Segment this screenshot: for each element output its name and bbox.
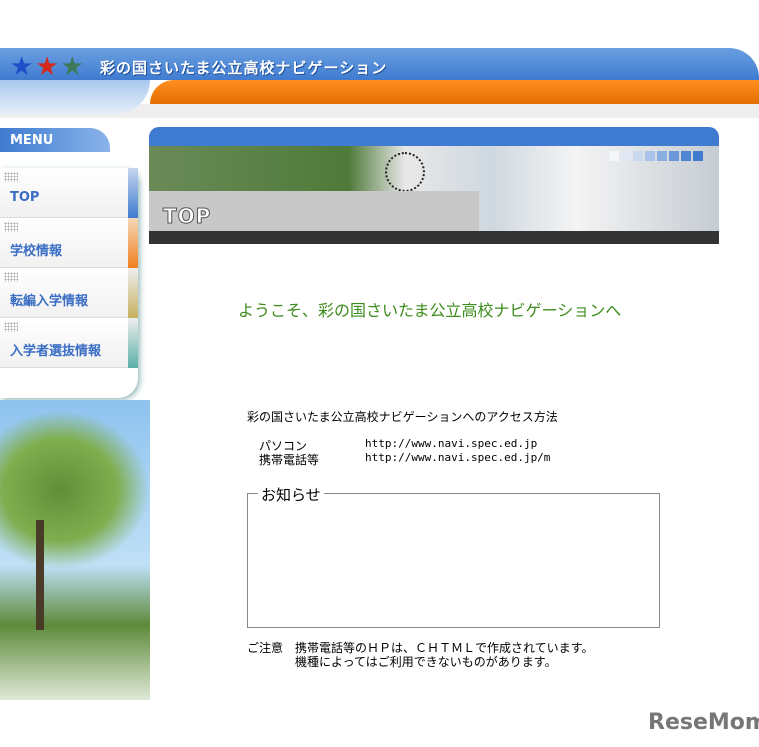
decorative-squares (609, 151, 703, 161)
dots-icon (4, 222, 18, 232)
header-orange-band (150, 80, 759, 104)
star-icon: ★ (10, 52, 34, 82)
site-title[interactable]: 彩の国さいたま公立高校ナビゲーション (100, 57, 387, 78)
access-label: 携帯電話等 (259, 453, 320, 467)
access-url[interactable]: http://www.navi.spec.ed.jp/m (365, 451, 550, 464)
tree-image (0, 400, 150, 700)
sidebar-item-label: 転編入学情報 (10, 294, 89, 309)
sidebar-item-label: 入学者選抜情報 (10, 344, 102, 359)
notice-text: 携帯電話等のＨＰは、ＣＨＴＭＬで作成されています。 (295, 641, 594, 655)
star-icon: ★ (60, 52, 84, 82)
building-photo: TOP (149, 146, 719, 231)
dots-icon (4, 272, 18, 282)
logo-stars[interactable]: ★ ★ ★ (10, 54, 84, 80)
sidebar-menu: MENU TOP 学校情報 転編入学情報 入学者選抜情報 (0, 128, 140, 403)
welcome-message: ようこそ、彩の国さいたま公立高校ナビゲーションへ (238, 301, 622, 320)
sidebar-item-school-info[interactable]: 学校情報 (0, 218, 138, 268)
clock-icon (385, 152, 425, 192)
dots-icon (4, 172, 18, 182)
access-heading: 彩の国さいたま公立高校ナビゲーションへのアクセス方法 (247, 410, 558, 424)
notice-text: 機種によってはご利用できないものがあります。 (295, 655, 557, 669)
header-left-curve (0, 80, 150, 114)
page-title: TOP (162, 204, 212, 229)
color-tab (128, 168, 138, 218)
star-icon: ★ (35, 52, 59, 82)
sidebar-item-label: TOP (10, 190, 40, 205)
site-header: ★ ★ ★ 彩の国さいたま公立高校ナビゲーション (0, 48, 759, 118)
sidebar-item-admission-info[interactable]: 入学者選抜情報 (0, 318, 138, 368)
page-banner: TOP (149, 127, 719, 244)
access-row-mobile: 携帯電話等 http://www.navi.spec.ed.jp/m (259, 451, 550, 468)
menu-heading: MENU (0, 128, 110, 152)
color-tab (128, 268, 138, 318)
color-tab (128, 218, 138, 268)
news-heading: お知らせ (258, 484, 324, 505)
notice: ご注意 携帯電話等のＨＰは、ＣＨＴＭＬで作成されています。 機種によってはご利用… (247, 641, 593, 669)
news-box: お知らせ (247, 484, 660, 628)
sidebar-item-transfer-info[interactable]: 転編入学情報 (0, 268, 138, 318)
access-url[interactable]: http://www.navi.spec.ed.jp (365, 437, 537, 450)
dots-icon (4, 322, 18, 332)
sidebar-item-label: 学校情報 (10, 244, 63, 259)
sidebar-item-top[interactable]: TOP (0, 168, 138, 218)
notice-label: ご注意 (247, 641, 284, 655)
watermark-logo: ReseMom (648, 710, 759, 735)
color-tab (128, 318, 138, 368)
